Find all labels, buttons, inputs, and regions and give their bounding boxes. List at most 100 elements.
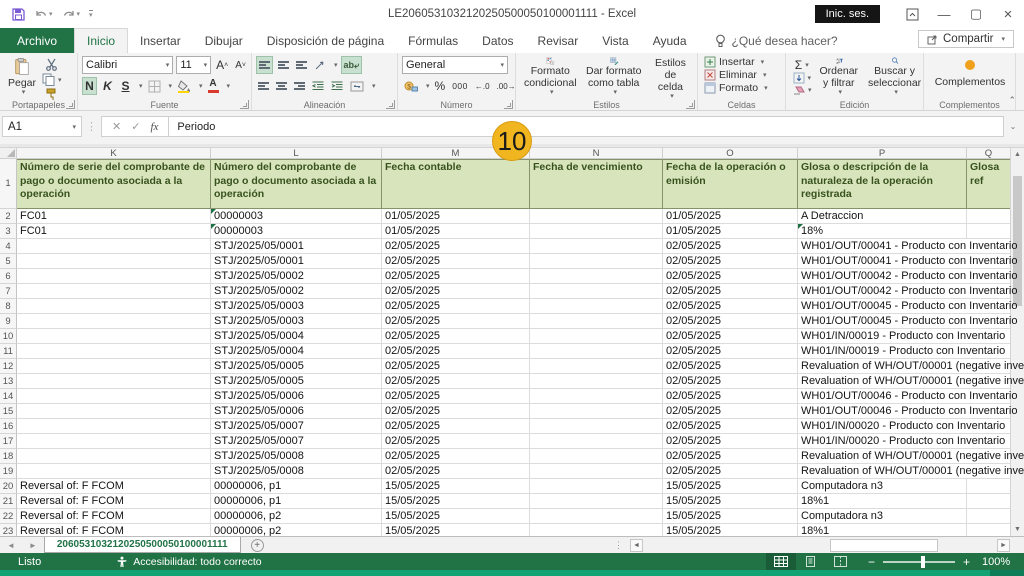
comma-style-icon[interactable]: 000 [450, 77, 470, 95]
cell-N9[interactable] [530, 314, 663, 329]
undo-dropdown-icon[interactable]: ▾ [49, 10, 53, 18]
autosum-icon[interactable]: Σ▾ [790, 58, 814, 72]
cell-L19[interactable]: STJ/2025/05/0008 [211, 464, 382, 479]
tell-me-box[interactable]: ¿Qué desea hacer? [715, 28, 838, 53]
new-sheet-icon[interactable]: + [251, 539, 264, 552]
column-header-L[interactable]: L [211, 148, 382, 158]
cell-O10[interactable]: 02/05/2025 [663, 329, 798, 344]
cell-Q22[interactable] [967, 509, 1011, 524]
cell-P20[interactable]: Computadora n3 [798, 479, 967, 494]
row-number-5[interactable]: 5 [0, 254, 17, 269]
row-number-3[interactable]: 3 [0, 224, 17, 239]
fill-color-icon[interactable] [175, 77, 193, 95]
cell-P18[interactable]: Revaluation of WH/OUT/00001 (negative in… [798, 449, 967, 464]
cell-M12[interactable]: 02/05/2025 [382, 359, 530, 374]
cell-K23[interactable]: Reversal of: F FCOM [17, 524, 211, 536]
decrease-indent-icon[interactable] [310, 77, 326, 95]
cell-P23[interactable]: 18%1 [798, 524, 967, 536]
cell-L2[interactable]: 00000003 [211, 209, 382, 224]
find-select-button[interactable]: Buscar y seleccionar▾ [864, 56, 925, 98]
cell-K9[interactable] [17, 314, 211, 329]
tab-archivo[interactable]: Archivo [0, 28, 74, 53]
cell-N23[interactable] [530, 524, 663, 536]
cell-K22[interactable]: Reversal of: F FCOM [17, 509, 211, 524]
cell-N7[interactable] [530, 284, 663, 299]
horizontal-scroll-thumb[interactable] [830, 539, 938, 552]
clipboard-dialog-launcher[interactable] [66, 100, 75, 109]
cell-K21[interactable]: Reversal of: F FCOM [17, 494, 211, 509]
cell-L3[interactable]: 00000003 [211, 224, 382, 239]
row-number-13[interactable]: 13 [0, 374, 17, 389]
accounting-format-icon[interactable]: $ [402, 77, 420, 95]
scroll-down-icon[interactable]: ▼ [1011, 523, 1024, 536]
increase-indent-icon[interactable] [329, 77, 345, 95]
cell-L10[interactable]: STJ/2025/05/0004 [211, 329, 382, 344]
row-number-12[interactable]: 12 [0, 359, 17, 374]
hscroll-left-icon[interactable]: ◄ [630, 539, 643, 552]
cell-M4[interactable]: 02/05/2025 [382, 239, 530, 254]
font-size-combo[interactable]: 11▾ [176, 56, 211, 74]
cell-L20[interactable]: 00000006, p1 [211, 479, 382, 494]
tab-revisar[interactable]: Revisar [526, 28, 591, 53]
row-number-23[interactable]: 23 [0, 524, 17, 536]
cell-L13[interactable]: STJ/2025/05/0005 [211, 374, 382, 389]
active-sheet-tab[interactable]: 2060531032120250500050100001111 [44, 537, 241, 553]
underline-button[interactable]: S [118, 77, 133, 95]
row-number-20[interactable]: 20 [0, 479, 17, 494]
minimize-button[interactable]: — [928, 0, 960, 28]
cell-L8[interactable]: STJ/2025/05/0003 [211, 299, 382, 314]
cell-M5[interactable]: 02/05/2025 [382, 254, 530, 269]
insert-function-icon[interactable]: fx [150, 121, 158, 133]
cell-Q23[interactable] [967, 524, 1011, 536]
row-number-6[interactable]: 6 [0, 269, 17, 284]
cell-O1[interactable]: Fecha de la operación o emisión [663, 159, 798, 209]
cell-N13[interactable] [530, 374, 663, 389]
cell-P1[interactable]: Glosa o descripción de la naturaleza de … [798, 159, 967, 209]
cell-P14[interactable]: WH01/OUT/00046 - Producto con Inventario [798, 389, 967, 404]
cut-icon[interactable] [40, 58, 64, 71]
row-number-7[interactable]: 7 [0, 284, 17, 299]
cell-P6[interactable]: WH01/OUT/00042 - Producto con Inventario [798, 269, 967, 284]
cell-M3[interactable]: 01/05/2025 [382, 224, 530, 239]
select-all-corner[interactable] [0, 148, 17, 158]
cell-P5[interactable]: WH01/OUT/00041 - Producto con Inventario [798, 254, 967, 269]
cell-L18[interactable]: STJ/2025/05/0008 [211, 449, 382, 464]
tab-inicio[interactable]: Inicio [74, 28, 128, 53]
percent-style-icon[interactable]: % [433, 77, 448, 95]
sheet-prev-icon[interactable]: ◄ [0, 541, 22, 550]
column-header-P[interactable]: P [798, 148, 967, 158]
tab-insertar[interactable]: Insertar [128, 28, 193, 53]
zoom-out-icon[interactable]: − [868, 555, 875, 569]
tab-ayuda[interactable]: Ayuda [641, 28, 699, 53]
accessibility-status[interactable]: Accesibilidad: todo correcto [116, 556, 261, 568]
clear-icon[interactable]: ▾ [790, 84, 814, 96]
cell-L16[interactable]: STJ/2025/05/0007 [211, 419, 382, 434]
cell-N2[interactable] [530, 209, 663, 224]
borders-icon[interactable] [146, 77, 163, 95]
cell-L11[interactable]: STJ/2025/05/0004 [211, 344, 382, 359]
cell-P11[interactable]: WH01/IN/00019 - Producto con Inventario [798, 344, 967, 359]
conditional-formatting-button[interactable]: ≠ Formato condicional▾ [520, 56, 581, 98]
cell-K1[interactable]: Número de serie del comprobante de pago … [17, 159, 211, 209]
cell-M2[interactable]: 01/05/2025 [382, 209, 530, 224]
cell-N8[interactable] [530, 299, 663, 314]
cell-L4[interactable]: STJ/2025/05/0001 [211, 239, 382, 254]
number-format-combo[interactable]: General▾ [402, 56, 508, 74]
cell-L15[interactable]: STJ/2025/05/0006 [211, 404, 382, 419]
cell-M13[interactable]: 02/05/2025 [382, 374, 530, 389]
number-dialog-launcher[interactable] [504, 100, 513, 109]
cell-O18[interactable]: 02/05/2025 [663, 449, 798, 464]
cell-P10[interactable]: WH01/IN/00019 - Producto con Inventario [798, 329, 967, 344]
cell-K6[interactable] [17, 269, 211, 284]
cell-Q3[interactable] [967, 224, 1011, 239]
save-icon[interactable] [12, 8, 25, 21]
cell-O12[interactable]: 02/05/2025 [663, 359, 798, 374]
row-number-19[interactable]: 19 [0, 464, 17, 479]
cell-M15[interactable]: 02/05/2025 [382, 404, 530, 419]
align-bottom-icon[interactable] [294, 56, 309, 74]
name-box[interactable]: A1▾ [2, 116, 82, 137]
cell-N21[interactable] [530, 494, 663, 509]
ribbon-display-options-icon[interactable] [896, 0, 928, 28]
font-dialog-launcher[interactable] [240, 100, 249, 109]
cell-K16[interactable] [17, 419, 211, 434]
